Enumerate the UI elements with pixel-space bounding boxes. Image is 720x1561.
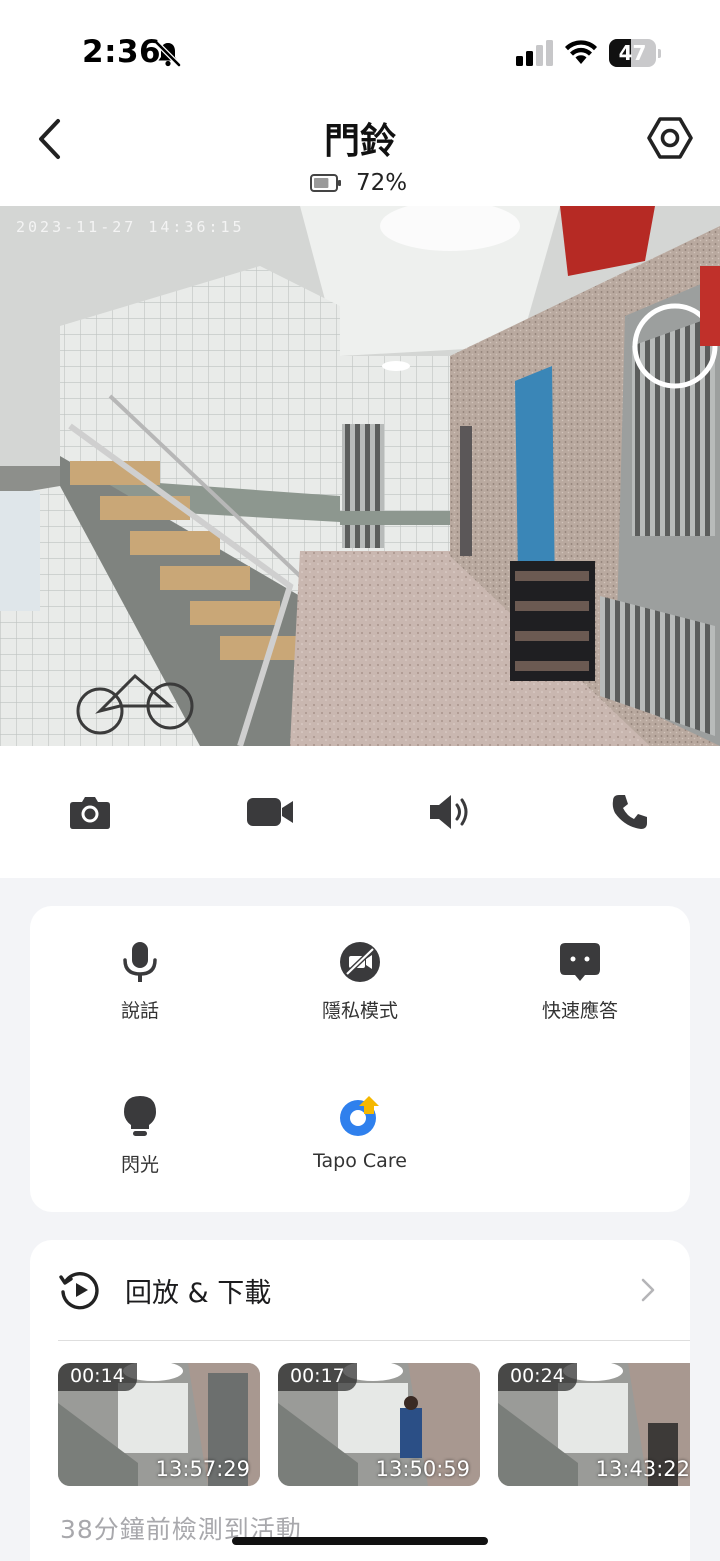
camera-scene: [0, 206, 720, 746]
tapo-care-label: Tapo Care: [313, 1150, 407, 1172]
talk-label: 說話: [120, 1000, 159, 1022]
tapo-care-icon-wrap: [338, 1094, 382, 1138]
battery-level-text: 47: [618, 41, 647, 65]
record-button[interactable]: [246, 788, 294, 836]
talk-button[interactable]: 說話: [30, 906, 250, 1022]
bell-muted-icon: [155, 41, 181, 67]
camera-live-view[interactable]: 2023-11-27 14:36:15: [0, 206, 720, 746]
light-bulb-icon-wrap: [118, 1094, 162, 1138]
phone-battery-indicator: 47: [609, 39, 661, 67]
status-time: 2:36: [82, 34, 162, 70]
page-title: 門鈴: [323, 121, 396, 162]
microphone-icon: [123, 942, 157, 982]
privacy-mode-button[interactable]: 隱私模式: [250, 906, 470, 1022]
feature-card: 說話 隱私模式 快速應答 閃光 Tapo Care: [30, 906, 690, 1212]
battery-nub: [658, 49, 661, 58]
quick-controls: [0, 776, 720, 848]
clip-time: 13:50:59: [375, 1457, 470, 1481]
cellular-signal-icon: [516, 40, 553, 66]
playback-history-icon[interactable]: [58, 1268, 102, 1312]
snapshot-button[interactable]: [66, 788, 114, 836]
privacy-icon-wrap: [338, 940, 382, 984]
light-bulb-icon: [124, 1096, 156, 1136]
device-battery: 72%: [310, 168, 407, 198]
clip-thumbnail[interactable]: 00:14 13:57:29: [58, 1363, 260, 1486]
camera-timestamp: 2023-11-27 14:36:15: [16, 218, 245, 236]
clip-time: 13:43:22: [595, 1457, 690, 1481]
flash-button[interactable]: 閃光: [30, 1060, 250, 1176]
settings-gear-icon[interactable]: [646, 114, 694, 162]
clip-duration: 00:17: [278, 1363, 357, 1391]
device-battery-percent: 72%: [356, 170, 408, 196]
clip-duration: 00:24: [498, 1363, 577, 1391]
wifi-icon: [565, 40, 597, 64]
device-battery-icon: [310, 174, 341, 192]
clip-thumbnail[interactable]: 00:24 13:43:22: [498, 1363, 690, 1486]
clip-duration: 00:14: [58, 1363, 137, 1391]
speaker-icon: [430, 795, 468, 829]
privacy-mode-icon: [340, 942, 380, 982]
camera-icon: [70, 797, 110, 829]
divider: [58, 1340, 690, 1341]
clip-thumbnail[interactable]: 00:17 13:50:59: [278, 1363, 480, 1486]
quick-reply-label: 快速應答: [541, 1000, 618, 1022]
back-arrow-icon[interactable]: [30, 116, 74, 162]
quick-reply-icon-wrap: [558, 940, 602, 984]
clip-time: 13:57:29: [155, 1457, 250, 1481]
chevron-right-icon[interactable]: [636, 1276, 660, 1304]
quick-reply-icon: [560, 943, 600, 981]
quick-reply-button[interactable]: 快速應答: [470, 906, 690, 1022]
playback-card: 回放 & 下載 00:14 13:57:29 00:17 13:50:59 00…: [30, 1240, 690, 1561]
tapo-care-button[interactable]: Tapo Care: [250, 1060, 470, 1172]
phone-icon: [612, 795, 647, 829]
privacy-mode-label: 隱私模式: [321, 1000, 398, 1022]
microphone-icon-wrap: [118, 940, 162, 984]
playback-title[interactable]: 回放 & 下載: [125, 1271, 271, 1310]
call-button[interactable]: [606, 788, 654, 836]
tapo-care-icon: [340, 1096, 379, 1136]
home-indicator[interactable]: [232, 1537, 488, 1545]
top-panel: 2:36 47 門鈴 72% 2023-11-27 14:36:15: [0, 0, 720, 878]
flash-label: 閃光: [120, 1154, 159, 1176]
status-bar: 2:36 47: [0, 0, 720, 100]
battery-shell: 47: [609, 39, 656, 67]
speaker-button[interactable]: [426, 788, 474, 836]
video-camera-icon: [247, 798, 293, 826]
